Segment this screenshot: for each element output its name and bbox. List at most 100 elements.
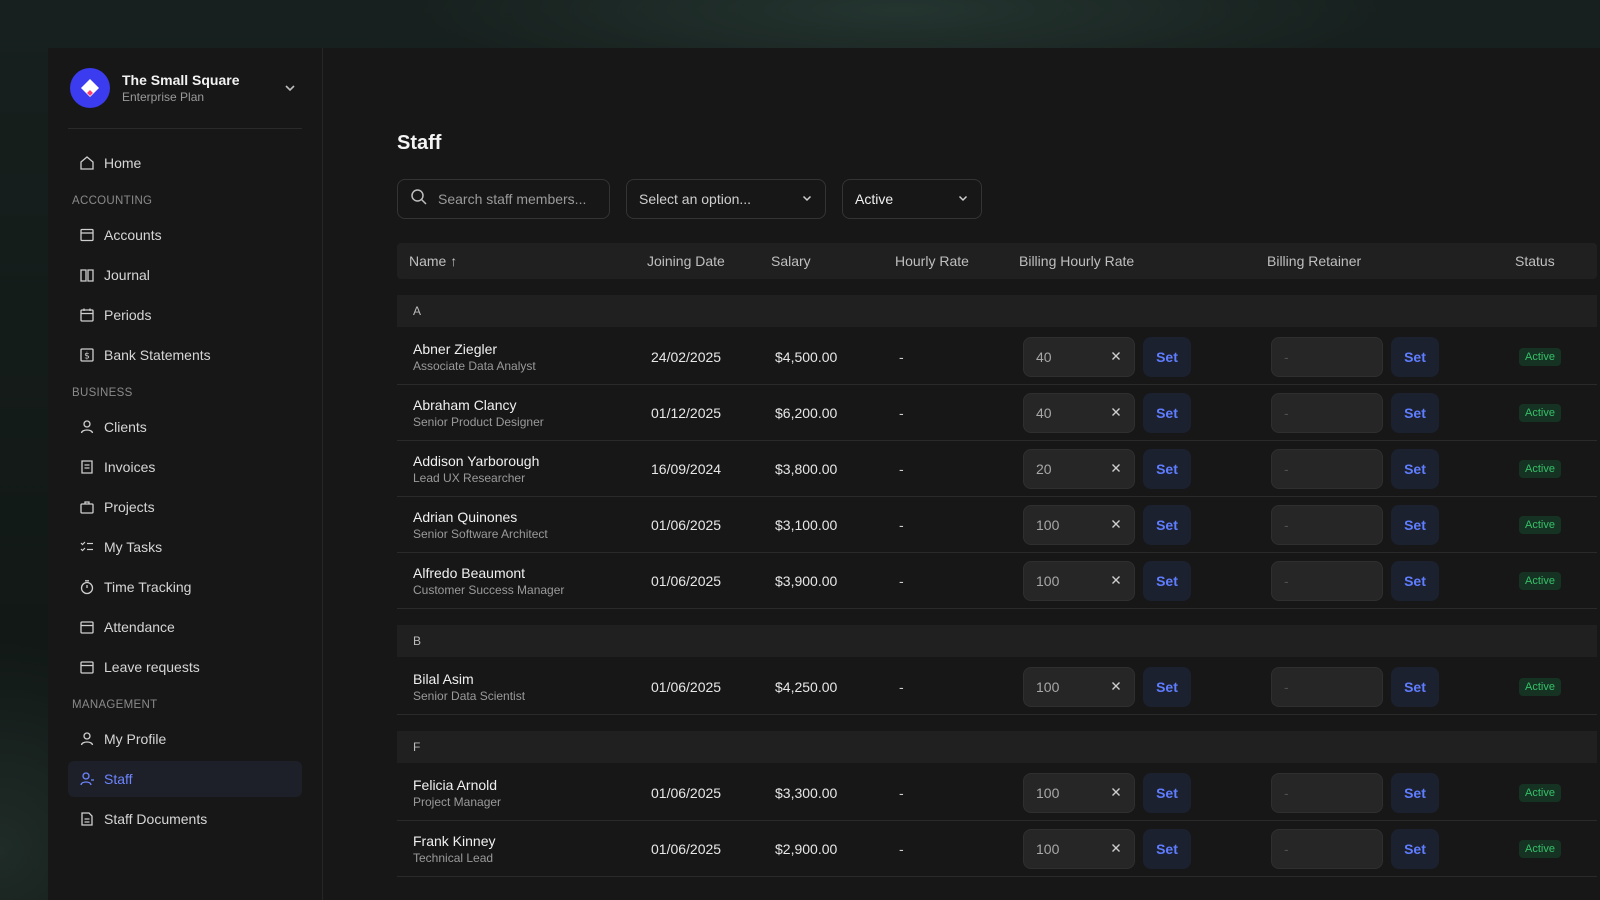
staff-name[interactable]: Alfredo Beaumont (413, 564, 647, 582)
sidebar-item-home[interactable]: Home (68, 145, 302, 181)
sidebar-item-my-tasks[interactable]: My Tasks (68, 529, 302, 565)
billing-retainer-input[interactable]: - (1271, 448, 1383, 489)
billing-retainer-value: - (1284, 460, 1289, 477)
billing-hourly-rate-input[interactable]: 40 (1023, 392, 1135, 433)
clear-icon[interactable] (1110, 405, 1122, 421)
billing-hourly-rate-input[interactable]: 100 (1023, 666, 1135, 707)
salary: $4,250.00 (775, 678, 838, 695)
staff-name[interactable]: Adrian Quinones (413, 508, 647, 526)
staff-name[interactable]: Frank Kinney (413, 832, 647, 850)
table-row[interactable]: Adrian Quinones Senior Software Architec… (397, 497, 1597, 553)
billing-hourly-rate-input[interactable]: 20 (1023, 448, 1135, 489)
staff-name[interactable]: Felicia Arnold (413, 776, 647, 794)
billing-retainer-input[interactable]: - (1271, 828, 1383, 869)
column-header-salary[interactable]: Salary (771, 253, 895, 269)
clear-icon[interactable] (1110, 573, 1122, 589)
staff-name[interactable]: Bilal Asim (413, 670, 647, 688)
clear-icon[interactable] (1110, 349, 1122, 365)
staff-name[interactable]: Abner Ziegler (413, 340, 647, 358)
column-header-name[interactable]: Name ↑ (397, 253, 647, 269)
billing-retainer-input[interactable]: - (1271, 336, 1383, 377)
option-select[interactable]: Select an option... (626, 179, 826, 219)
sidebar-item-bank-statements[interactable]: $ Bank Statements (68, 337, 302, 373)
set-billing-rate-button[interactable]: Set (1143, 448, 1191, 489)
org-switcher[interactable]: The Small Square Enterprise Plan (68, 66, 302, 110)
billing-hourly-rate-cell: 40 Set (1019, 392, 1267, 433)
set-retainer-button[interactable]: Set (1391, 666, 1439, 707)
billing-hourly-rate-input[interactable]: 100 (1023, 828, 1135, 869)
clear-icon[interactable] (1110, 785, 1122, 801)
billing-retainer-input[interactable]: - (1271, 504, 1383, 545)
billing-hourly-rate-input[interactable]: 40 (1023, 336, 1135, 377)
sidebar-item-attendance[interactable]: Attendance (68, 609, 302, 645)
set-billing-rate-button[interactable]: Set (1143, 772, 1191, 813)
sidebar-item-staff[interactable]: Staff (68, 761, 302, 797)
sidebar-item-projects[interactable]: Projects (68, 489, 302, 525)
set-retainer-button[interactable]: Set (1391, 336, 1439, 377)
billing-retainer-input[interactable]: - (1271, 666, 1383, 707)
set-retainer-button[interactable]: Set (1391, 828, 1439, 869)
clear-icon[interactable] (1110, 517, 1122, 533)
column-header-joining-date[interactable]: Joining Date (647, 253, 771, 269)
chevron-down-icon[interactable] (280, 78, 300, 98)
staff-cell: Abraham Clancy Senior Product Designer (397, 396, 647, 430)
billing-hourly-rate-input[interactable]: 100 (1023, 772, 1135, 813)
sidebar-item-leave-requests[interactable]: Leave requests (68, 649, 302, 685)
staff-cell: Addison Yarborough Lead UX Researcher (397, 452, 647, 486)
set-retainer-button[interactable]: Set (1391, 392, 1439, 433)
billing-retainer-value: - (1284, 784, 1289, 801)
table-row[interactable]: Abner Ziegler Associate Data Analyst 24/… (397, 329, 1597, 385)
table-row[interactable]: Addison Yarborough Lead UX Researcher 16… (397, 441, 1597, 497)
sidebar-item-accounts[interactable]: Accounts (68, 217, 302, 253)
billing-retainer-input[interactable]: - (1271, 560, 1383, 601)
search-box[interactable] (397, 179, 610, 219)
table-row[interactable]: Bilal Asim Senior Data Scientist 01/06/2… (397, 659, 1597, 715)
sidebar-item-invoices[interactable]: Invoices (68, 449, 302, 485)
billing-hourly-rate-input[interactable]: 100 (1023, 560, 1135, 601)
clear-icon[interactable] (1110, 461, 1122, 477)
sidebar-item-staff-documents[interactable]: Staff Documents (68, 801, 302, 837)
section-label-management: MANAGEMENT (72, 699, 158, 711)
table-body: A Abner Ziegler Associate Data Analyst 2… (397, 295, 1597, 877)
column-header-hourly-rate[interactable]: Hourly Rate (895, 253, 1019, 269)
calendar-icon (78, 658, 96, 676)
table-row[interactable]: Alfredo Beaumont Customer Success Manage… (397, 553, 1597, 609)
column-header-billing-retainer[interactable]: Billing Retainer (1267, 253, 1515, 269)
staff-name[interactable]: Addison Yarborough (413, 452, 647, 470)
status-select[interactable]: Active (842, 179, 982, 219)
set-billing-rate-button[interactable]: Set (1143, 392, 1191, 433)
set-billing-rate-button[interactable]: Set (1143, 560, 1191, 601)
sidebar-item-journal[interactable]: Journal (68, 257, 302, 293)
search-input[interactable] (438, 191, 598, 207)
sidebar-item-periods[interactable]: Periods (68, 297, 302, 333)
table-row[interactable]: Frank Kinney Technical Lead 01/06/2025 $… (397, 821, 1597, 877)
set-billing-rate-button[interactable]: Set (1143, 666, 1191, 707)
table-row[interactable]: Abraham Clancy Senior Product Designer 0… (397, 385, 1597, 441)
set-retainer-button[interactable]: Set (1391, 772, 1439, 813)
set-billing-rate-button[interactable]: Set (1143, 828, 1191, 869)
hourly-rate: - (899, 348, 904, 365)
users-icon (78, 770, 96, 788)
set-retainer-button[interactable]: Set (1391, 560, 1439, 601)
sidebar-item-time-tracking[interactable]: Time Tracking (68, 569, 302, 605)
set-retainer-button[interactable]: Set (1391, 448, 1439, 489)
column-header-billing-hourly-rate[interactable]: Billing Hourly Rate (1019, 253, 1267, 269)
table-row[interactable]: Felicia Arnold Project Manager 01/06/202… (397, 765, 1597, 821)
sidebar: The Small Square Enterprise Plan Home AC… (48, 48, 323, 900)
billing-retainer-input[interactable]: - (1271, 392, 1383, 433)
staff-name[interactable]: Abraham Clancy (413, 396, 647, 414)
billing-hourly-rate-value: 100 (1036, 516, 1060, 533)
status-badge: Active (1519, 572, 1561, 590)
clear-icon[interactable] (1110, 841, 1122, 857)
set-retainer-button[interactable]: Set (1391, 504, 1439, 545)
column-header-status[interactable]: Status (1515, 253, 1597, 269)
status-badge: Active (1519, 348, 1561, 366)
billing-hourly-rate-input[interactable]: 100 (1023, 504, 1135, 545)
sidebar-item-label: Time Tracking (104, 579, 192, 595)
clear-icon[interactable] (1110, 679, 1122, 695)
set-billing-rate-button[interactable]: Set (1143, 504, 1191, 545)
sidebar-item-my-profile[interactable]: My Profile (68, 721, 302, 757)
set-billing-rate-button[interactable]: Set (1143, 336, 1191, 377)
sidebar-item-clients[interactable]: Clients (68, 409, 302, 445)
billing-retainer-input[interactable]: - (1271, 772, 1383, 813)
